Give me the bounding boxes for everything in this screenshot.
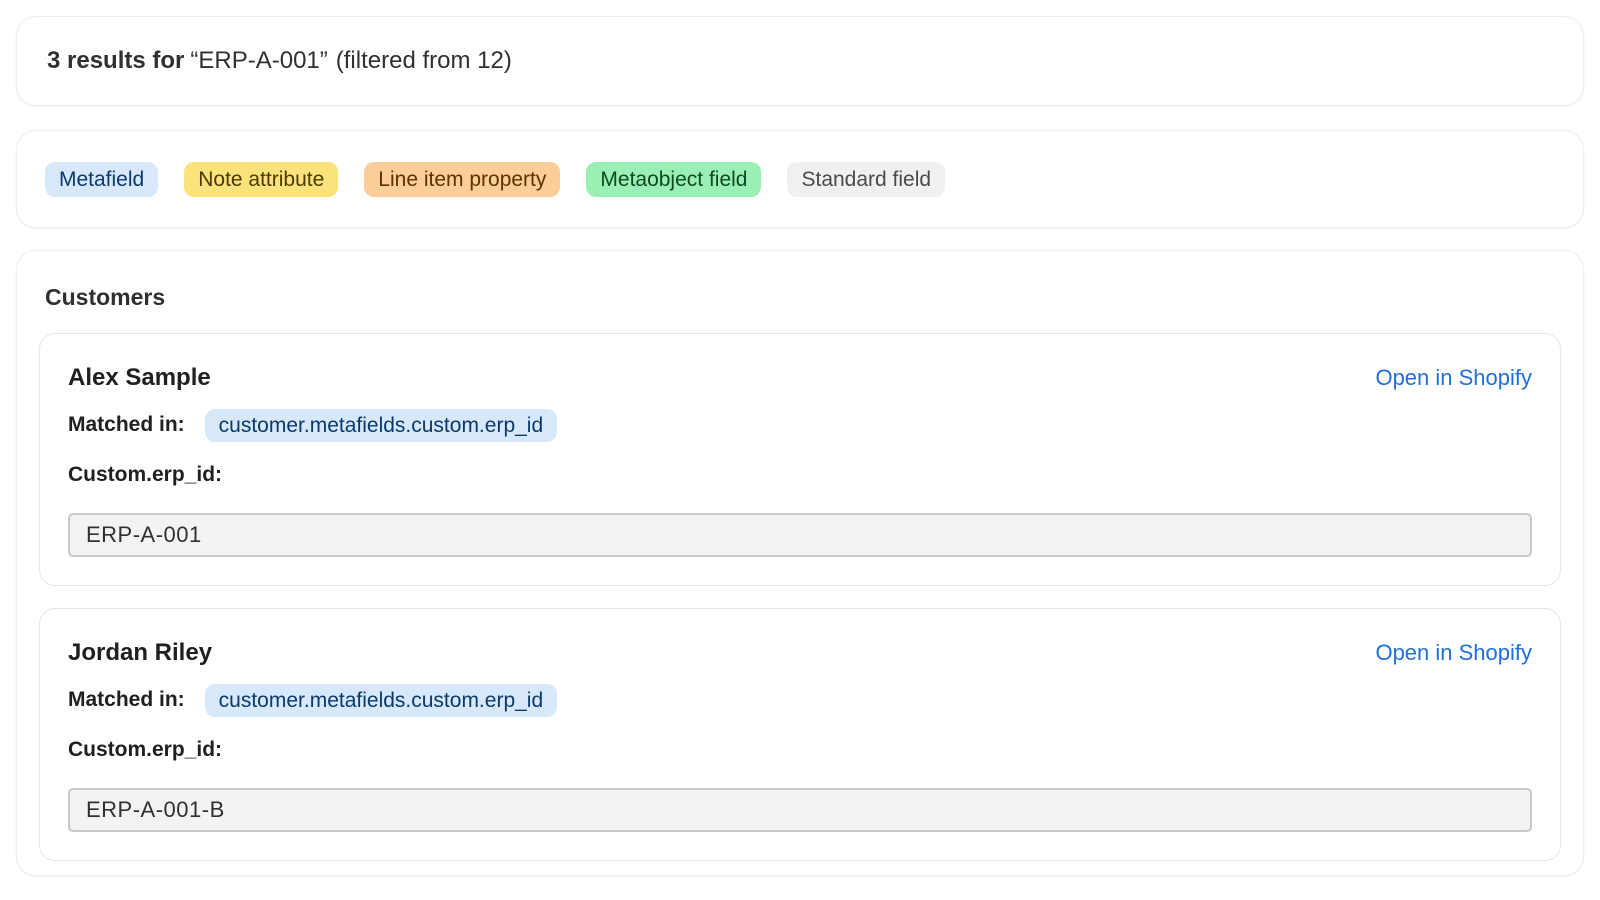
result-card: Alex Sample Open in Shopify Matched in: … [39, 333, 1561, 586]
field-value-box: ERP-A-001-B [68, 788, 1532, 832]
matched-row: Matched in: customer.metafields.custom.e… [68, 683, 1532, 717]
field-value: ERP-A-001-B [86, 797, 225, 822]
legend-chip-metaobject-field: Metaobject field [586, 161, 762, 197]
result-header: Alex Sample Open in Shopify [68, 358, 1532, 398]
legend-chip-metafield: Metafield [45, 161, 159, 197]
matched-label: Matched in: [68, 413, 185, 436]
results-count: 3 results for [47, 47, 185, 74]
results-query: “ERP-A-001” [190, 47, 328, 74]
legend-chip-standard-field: Standard field [787, 161, 946, 197]
matched-label: Matched in: [68, 688, 185, 711]
section-title: Customers [45, 284, 166, 310]
field-value-box: ERP-A-001 [68, 513, 1532, 557]
open-in-shopify-link[interactable]: Open in Shopify [1375, 365, 1532, 391]
result-name: Jordan Riley [68, 639, 213, 666]
matched-path-chip: customer.metafields.custom.erp_id [204, 683, 558, 717]
results-summary-card: 3 results for “ERP-A-001” (filtered from… [16, 16, 1584, 106]
field-value: ERP-A-001 [86, 522, 202, 547]
search-results-page: 3 results for “ERP-A-001” (filtered from… [0, 0, 1600, 900]
result-card: Jordan Riley Open in Shopify Matched in:… [39, 608, 1561, 861]
open-in-shopify-link[interactable]: Open in Shopify [1375, 640, 1532, 666]
match-type-legend: Metafield Note attribute Line item prope… [16, 130, 1584, 228]
field-label: Custom.erp_id: [68, 738, 223, 761]
legend-chip-note-attribute: Note attribute [184, 161, 339, 197]
legend-chip-line-item-property: Line item property [364, 161, 561, 197]
customers-section: Customers Alex Sample Open in Shopify Ma… [16, 250, 1584, 876]
results-filtered-note: (filtered from 12) [335, 47, 512, 74]
result-header: Jordan Riley Open in Shopify [68, 633, 1532, 673]
matched-row: Matched in: customer.metafields.custom.e… [68, 408, 1532, 442]
result-name: Alex Sample [68, 364, 211, 391]
field-label: Custom.erp_id: [68, 463, 223, 486]
matched-path-chip: customer.metafields.custom.erp_id [204, 408, 558, 442]
